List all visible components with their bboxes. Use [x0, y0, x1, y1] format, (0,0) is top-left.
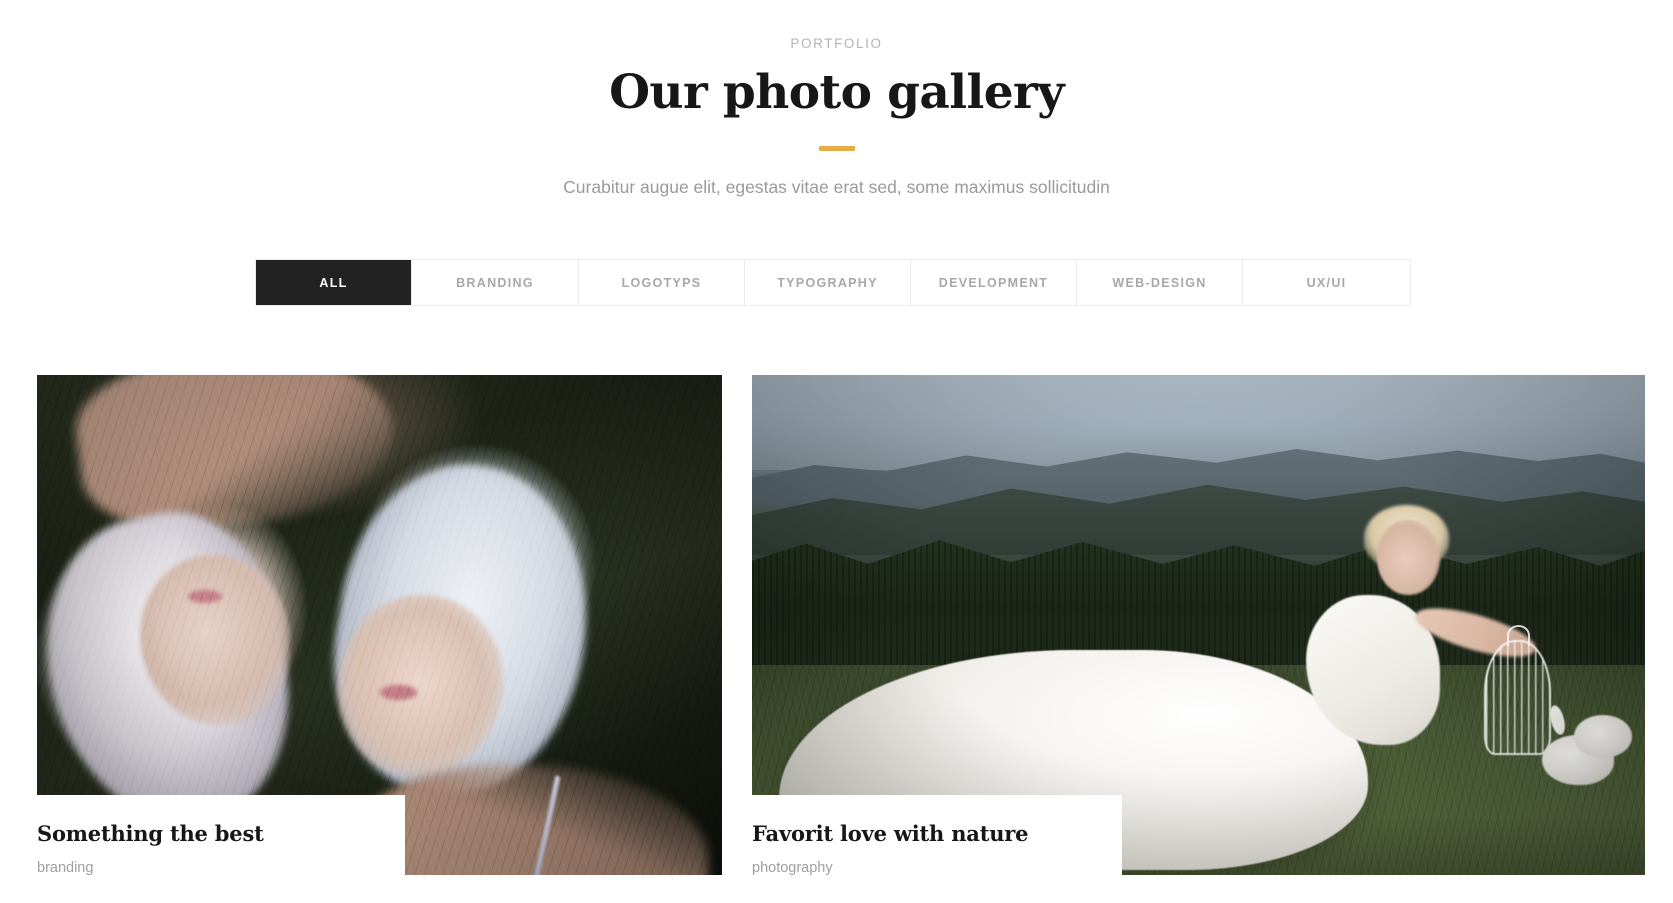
page-header: PORTFOLIO Our photo gallery Curabitur au…	[0, 0, 1673, 200]
portfolio-filter-bar: ALL BRANDING LOGOTYPS TYPOGRAPHY DEVELOP…	[255, 259, 1411, 306]
filter-tab-logotyps[interactable]: LOGOTYPS	[579, 260, 745, 305]
filter-tab-development[interactable]: DEVELOPMENT	[911, 260, 1077, 305]
page-title: Our photo gallery	[609, 65, 1064, 121]
filter-tab-ux-ui[interactable]: UX/UI	[1243, 260, 1410, 305]
filter-tab-web-design[interactable]: WEB-DESIGN	[1077, 260, 1243, 305]
accent-divider	[818, 146, 855, 152]
filter-tab-branding[interactable]: BRANDING	[412, 260, 579, 305]
gallery-card-2-caption: Favorit love with nature photography	[752, 795, 1122, 903]
gallery-card-2-title: Favorit love with nature	[752, 821, 1029, 846]
gallery-card-1-title: Something the best	[37, 821, 264, 846]
page-subtitle: Curabitur augue elit, egestas vitae erat…	[563, 177, 1110, 198]
filter-tab-all[interactable]: ALL	[256, 260, 412, 305]
filter-tab-typography[interactable]: TYPOGRAPHY	[745, 260, 911, 305]
section-eyebrow: PORTFOLIO	[790, 36, 883, 51]
portfolio-gallery-grid: Something the best branding Favorit love…	[0, 375, 1673, 903]
gallery-card-2-category: photography	[752, 860, 833, 877]
gallery-card-1-caption: Something the best branding	[0, 795, 405, 903]
portfolio-gallery-page: PORTFOLIO Our photo gallery Curabitur au…	[0, 0, 1673, 903]
gallery-card-1-category: branding	[37, 860, 94, 877]
